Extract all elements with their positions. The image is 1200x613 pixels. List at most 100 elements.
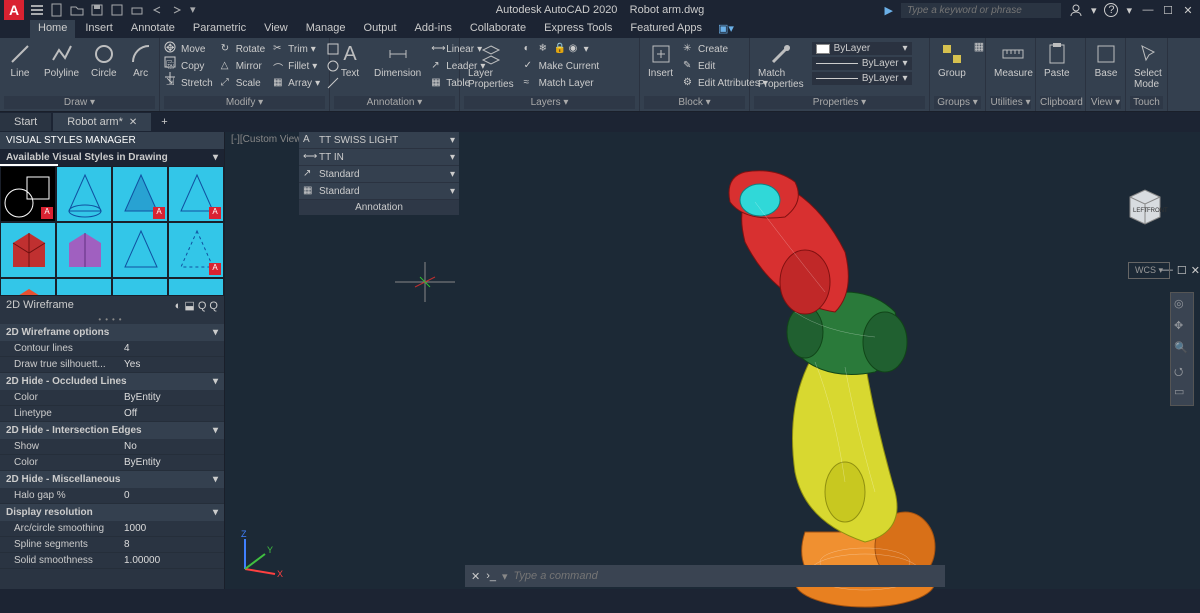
app-logo[interactable]: A: [4, 0, 24, 20]
panel-drag-handle[interactable]: ••••: [0, 315, 224, 324]
array-button[interactable]: ▦Array ▾: [271, 76, 322, 90]
move-button[interactable]: ✥Move: [164, 42, 215, 56]
orbit-icon[interactable]: ⭯: [1174, 363, 1190, 379]
color-bylayer-dropdown[interactable]: ByLayer▾: [812, 42, 912, 55]
prop-section-header[interactable]: 2D Wireframe options▾: [0, 324, 224, 341]
start-tab[interactable]: Start: [0, 113, 51, 131]
match-properties-button[interactable]: Match Properties: [754, 40, 808, 92]
tab-featured[interactable]: Featured Apps: [622, 20, 710, 38]
dimension-button[interactable]: Dimension: [370, 40, 425, 81]
showmotion-icon[interactable]: ▭: [1174, 385, 1190, 401]
undo-icon[interactable]: [150, 3, 164, 17]
viewport[interactable]: — ☐ ✕ [-][Custom View ATT SWISS LIGHT▾ ⟷…: [225, 132, 1200, 589]
menu-icon[interactable]: [30, 3, 44, 17]
fillet-button[interactable]: ⌒Fillet ▾: [271, 59, 322, 73]
redo-icon[interactable]: [170, 3, 184, 17]
measure-button[interactable]: Measure: [990, 40, 1037, 81]
app-exchange-icon[interactable]: ▾: [1091, 4, 1097, 17]
tab-manage[interactable]: Manage: [298, 20, 354, 38]
tab-parametric[interactable]: Parametric: [185, 20, 254, 38]
maximize-button[interactable]: ☐: [1160, 4, 1176, 17]
add-tab-button[interactable]: +: [153, 113, 175, 131]
prop-row[interactable]: Solid smoothness1.00000: [0, 553, 224, 569]
search-arrow-icon[interactable]: ▶: [884, 4, 892, 17]
lineweight-dropdown[interactable]: ByLayer▾: [812, 57, 912, 70]
text-button[interactable]: AText: [334, 40, 366, 81]
rotate-button[interactable]: ↻Rotate: [219, 42, 267, 56]
prop-section-header[interactable]: 2D Hide - Miscellaneous▾: [0, 471, 224, 488]
tab-view[interactable]: View: [256, 20, 296, 38]
line-button[interactable]: Line: [4, 40, 36, 81]
cmd-close-icon[interactable]: ✕: [471, 570, 480, 583]
prop-row[interactable]: ColorByEntity: [0, 390, 224, 406]
tab-output[interactable]: Output: [356, 20, 405, 38]
mirror-button[interactable]: △Mirror: [219, 59, 267, 73]
zoom-icon[interactable]: 🔍: [1174, 341, 1190, 357]
style-thumb[interactable]: A: [168, 222, 224, 278]
prop-row[interactable]: Arc/circle smoothing1000: [0, 521, 224, 537]
prop-section-header[interactable]: 2D Hide - Intersection Edges▾: [0, 422, 224, 439]
steering-wheel-icon[interactable]: ◎: [1174, 297, 1190, 313]
minimize-button[interactable]: —: [1140, 4, 1156, 17]
open-icon[interactable]: [70, 3, 84, 17]
copy-button[interactable]: ⎘Copy: [164, 59, 215, 73]
prop-row[interactable]: LinetypeOff: [0, 406, 224, 422]
command-line[interactable]: ✕ ›_ ▾: [465, 565, 945, 587]
leaderstyle-dropdown[interactable]: ↗Standard▾: [299, 166, 459, 183]
paste-button[interactable]: Paste: [1040, 40, 1074, 81]
document-tab[interactable]: Robot arm*✕: [53, 113, 151, 131]
style-thumb[interactable]: [56, 166, 112, 222]
ucs-icon[interactable]: Z X Y: [235, 529, 285, 579]
group-extra-icon[interactable]: ▦: [974, 40, 984, 53]
group-button[interactable]: Group: [934, 40, 970, 81]
saveas-icon[interactable]: [110, 3, 124, 17]
arc-button[interactable]: Arc: [125, 40, 157, 81]
style-thumb[interactable]: [0, 222, 56, 278]
style-thumb[interactable]: [56, 222, 112, 278]
pan-icon[interactable]: ✥: [1174, 319, 1190, 335]
layer-properties-button[interactable]: Layer Properties: [464, 40, 518, 92]
style-thumb[interactable]: [56, 278, 112, 296]
tab-collaborate[interactable]: Collaborate: [462, 20, 534, 38]
plot-icon[interactable]: [130, 3, 144, 17]
circle-button[interactable]: Circle: [87, 40, 121, 81]
tab-express[interactable]: Express Tools: [536, 20, 620, 38]
wcs-label[interactable]: WCS ▾: [1128, 262, 1170, 279]
viewport-close-icon[interactable]: ✕: [1191, 264, 1200, 277]
tablestyle-dropdown[interactable]: ▦Standard▾: [299, 183, 459, 200]
prop-row[interactable]: Spline segments8: [0, 537, 224, 553]
prop-row[interactable]: Draw true silhouett...Yes: [0, 357, 224, 373]
prop-row[interactable]: ShowNo: [0, 439, 224, 455]
trim-button[interactable]: ✂Trim ▾: [271, 42, 322, 56]
tab-home[interactable]: Home: [30, 20, 75, 38]
help-icon[interactable]: ?: [1104, 3, 1118, 17]
dimstyle-dropdown[interactable]: ⟷TT IN▾: [299, 149, 459, 166]
scale-button[interactable]: ⤢Scale: [219, 76, 267, 90]
prop-row[interactable]: ColorByEntity: [0, 455, 224, 471]
close-button[interactable]: ✕: [1180, 4, 1196, 17]
robot-arm-model[interactable]: [545, 152, 965, 612]
search-input[interactable]: [901, 3, 1061, 18]
base-button[interactable]: Base: [1090, 40, 1122, 81]
style-thumb[interactable]: A: [168, 166, 224, 222]
style-thumb[interactable]: A: [112, 166, 168, 222]
new-icon[interactable]: [50, 3, 64, 17]
tab-insert[interactable]: Insert: [77, 20, 121, 38]
save-icon[interactable]: [90, 3, 104, 17]
prop-row[interactable]: Halo gap %0: [0, 488, 224, 504]
command-input[interactable]: [514, 570, 939, 582]
tab-addins[interactable]: Add-ins: [407, 20, 460, 38]
layer-states-icon[interactable]: ◐❄🔒◉▾: [522, 42, 602, 56]
current-style[interactable]: 2D Wireframe◐ ⬓ Q Q: [0, 296, 224, 315]
viewport-label[interactable]: [-][Custom View: [231, 134, 301, 145]
make-current-button[interactable]: ✓Make Current: [522, 59, 602, 73]
style-thumb[interactable]: [0, 278, 56, 296]
tabs-more-icon[interactable]: ▣▾: [712, 20, 740, 38]
textstyle-dropdown[interactable]: ATT SWISS LIGHT▾: [299, 132, 459, 149]
prop-row[interactable]: Contour lines4: [0, 341, 224, 357]
linetype-dropdown[interactable]: ByLayer▾: [812, 72, 912, 85]
style-thumb[interactable]: [112, 278, 168, 296]
signin-icon[interactable]: [1069, 3, 1083, 17]
tab-annotate[interactable]: Annotate: [123, 20, 183, 38]
polyline-button[interactable]: Polyline: [40, 40, 83, 81]
